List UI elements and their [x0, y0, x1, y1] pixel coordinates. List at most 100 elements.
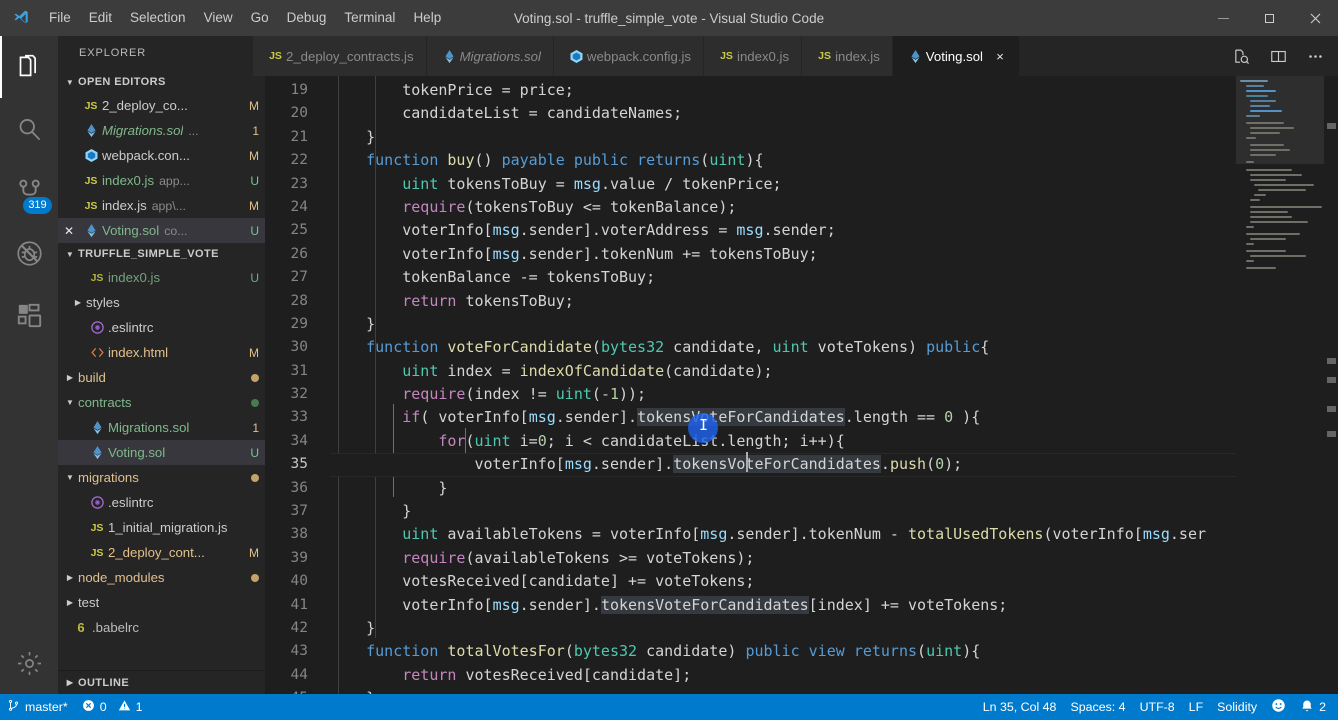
minimap[interactable] — [1236, 76, 1324, 694]
tree-item-contracts[interactable]: ▼ contracts — [58, 390, 265, 415]
code-line: if( voterInfo[msg.sender].tokensVoteForC… — [402, 408, 981, 427]
status-bar-right: Ln 35, Col 48 Spaces: 4 UTF-8 LF Solidit… — [976, 694, 1338, 720]
minimize-icon[interactable] — [1200, 0, 1246, 36]
tree-item-test[interactable]: ▶ test — [58, 590, 265, 615]
tree-item-babelrc[interactable]: 6 .babelrc — [58, 615, 265, 640]
tree-item-eslintrc-migrations[interactable]: .eslintrc — [58, 490, 265, 515]
menu-edit[interactable]: Edit — [80, 0, 121, 36]
tab-index-js[interactable]: JS index.js — [802, 36, 893, 76]
sidebar-explorer: EXPLORER ▼ OPEN EDITORS JS 2_deploy_co..… — [58, 36, 265, 694]
menu-view[interactable]: View — [195, 0, 242, 36]
scrollbar-mark — [1327, 377, 1336, 383]
tree-item-index0-js[interactable]: JS index0.js U — [58, 265, 265, 290]
activity-extensions[interactable] — [0, 284, 58, 346]
menu-go[interactable]: Go — [242, 0, 278, 36]
menu-file[interactable]: File — [40, 0, 80, 36]
open-editors-header[interactable]: ▼ OPEN EDITORS — [58, 71, 265, 93]
status-notifications[interactable]: 2 — [1293, 694, 1338, 720]
close-icon[interactable] — [1292, 0, 1338, 36]
workbench-body: 319 EXPLORER ▼ OPEN EDITORS JS 2_deploy_… — [0, 36, 1338, 694]
line-number: 28 — [290, 292, 308, 309]
menu-debug[interactable]: Debug — [278, 0, 336, 36]
tab-index0-js[interactable]: JS index0.js — [704, 36, 803, 76]
status-branch[interactable]: master* — [0, 694, 75, 720]
status-cursor-position[interactable]: Ln 35, Col 48 — [976, 694, 1064, 720]
code-line: function buy() payable public returns(ui… — [366, 151, 764, 170]
code-line: } — [330, 618, 376, 637]
tab-voting-sol[interactable]: Voting.sol × — [892, 36, 1020, 76]
open-editor-row[interactable]: webpack.con... M — [58, 143, 265, 168]
status-indentation[interactable]: Spaces: 4 — [1063, 694, 1132, 720]
activity-source-control[interactable]: 319 — [0, 160, 58, 222]
tab-close-icon[interactable]: × — [993, 49, 1007, 64]
vscode-window: File Edit Selection View Go Debug Termin… — [0, 0, 1338, 720]
open-editor-row-voting-sol[interactable]: ✕ Voting.sol co... U — [58, 218, 265, 243]
tree-item-build[interactable]: ▶ build — [58, 365, 265, 390]
activity-debug[interactable] — [0, 222, 58, 284]
tab-label: webpack.config.js — [586, 48, 692, 64]
activity-settings[interactable] — [0, 632, 58, 694]
tree-item-node-modules[interactable]: ▶ node_modules — [58, 565, 265, 590]
menu-terminal[interactable]: Terminal — [335, 0, 404, 36]
webpack-icon — [80, 148, 102, 163]
close-icon[interactable]: ✕ — [58, 224, 80, 238]
mouse-ibeam-icon: I — [699, 416, 709, 434]
open-editor-name: Migrations.sol — [102, 123, 184, 138]
chevron-down-icon: ▼ — [66, 398, 74, 407]
eslint-icon — [86, 495, 108, 510]
tree-item-2-deploy-contracts-js[interactable]: JS 2_deploy_cont... M — [58, 540, 265, 565]
line-number: 45 — [265, 687, 330, 694]
line-number: 40 — [290, 573, 308, 590]
status-problems[interactable]: 0 1 — [75, 694, 150, 720]
tree-item-label: index.html — [108, 345, 169, 360]
maximize-icon[interactable] — [1246, 0, 1292, 36]
code-line: function voteForCandidate(bytes32 candid… — [366, 338, 990, 357]
editor-scrollbar[interactable] — [1324, 76, 1338, 694]
open-changes-icon[interactable] — [1230, 45, 1252, 67]
tab-webpack-config-js[interactable]: webpack.config.js — [553, 36, 705, 76]
folder-change-dot — [245, 571, 259, 585]
tab-2-deploy-contracts-js[interactable]: JS 2_deploy_contracts.js — [253, 36, 427, 76]
open-editor-row[interactable]: Migrations.sol ... 1 — [58, 118, 265, 143]
open-editor-row[interactable]: JS 2_deploy_co... M — [58, 93, 265, 118]
outline-label: OUTLINE — [78, 676, 130, 689]
line-number: 42 — [290, 619, 308, 636]
code-editor[interactable]: 19 20 21 22 23 24 25 26 27 28 29 30 31 3… — [265, 76, 1338, 694]
chevron-right-icon: ▶ — [66, 573, 74, 582]
tree-item-voting-sol[interactable]: Voting.sol U — [58, 440, 265, 465]
folder-change-dot — [245, 396, 259, 410]
status-badge: M — [249, 545, 259, 560]
more-actions-icon[interactable] — [1304, 45, 1326, 67]
solidity-icon — [80, 123, 102, 138]
status-language-mode[interactable]: Solidity — [1210, 694, 1264, 720]
status-encoding[interactable]: UTF-8 — [1133, 694, 1182, 720]
split-editor-icon[interactable] — [1267, 45, 1289, 67]
tree-item-migrations[interactable]: ▼ migrations — [58, 465, 265, 490]
tree-item-1-initial-migration-js[interactable]: JS 1_initial_migration.js — [58, 515, 265, 540]
tab-migrations-sol[interactable]: Migrations.sol — [426, 36, 554, 76]
smiley-icon — [1271, 698, 1286, 716]
scrollbar-mark — [1327, 431, 1336, 437]
open-editor-row[interactable]: JS index0.js app... U — [58, 168, 265, 193]
status-feedback[interactable] — [1264, 694, 1293, 720]
html-icon — [86, 345, 108, 360]
code-content[interactable]: tokenPrice = price; candidateList = cand… — [330, 76, 1236, 694]
code-line: voterInfo[msg.sender].tokensVoteForCandi… — [330, 595, 1008, 614]
chevron-right-icon: ▶ — [66, 373, 74, 382]
tree-item-label: build — [78, 370, 106, 385]
line-number: 34 — [290, 432, 308, 449]
workspace-header[interactable]: ▼ TRUFFLE_SIMPLE_VOTE — [58, 243, 265, 265]
open-editor-row[interactable]: JS index.js app\... M — [58, 193, 265, 218]
status-eol[interactable]: LF — [1182, 694, 1210, 720]
webpack-icon — [566, 49, 587, 64]
code-line: uint availableTokens = voterInfo[msg.sen… — [402, 525, 1207, 544]
menu-selection[interactable]: Selection — [121, 0, 195, 36]
activity-explorer[interactable] — [0, 36, 58, 98]
tree-item-styles[interactable]: ▶ styles — [58, 290, 265, 315]
tree-item-eslintrc[interactable]: .eslintrc — [58, 315, 265, 340]
menu-help[interactable]: Help — [404, 0, 450, 36]
tree-item-migrations-sol[interactable]: Migrations.sol 1 — [58, 415, 265, 440]
outline-section-header[interactable]: ▶ OUTLINE — [58, 670, 265, 694]
activity-search[interactable] — [0, 98, 58, 160]
tree-item-index-html[interactable]: index.html M — [58, 340, 265, 365]
